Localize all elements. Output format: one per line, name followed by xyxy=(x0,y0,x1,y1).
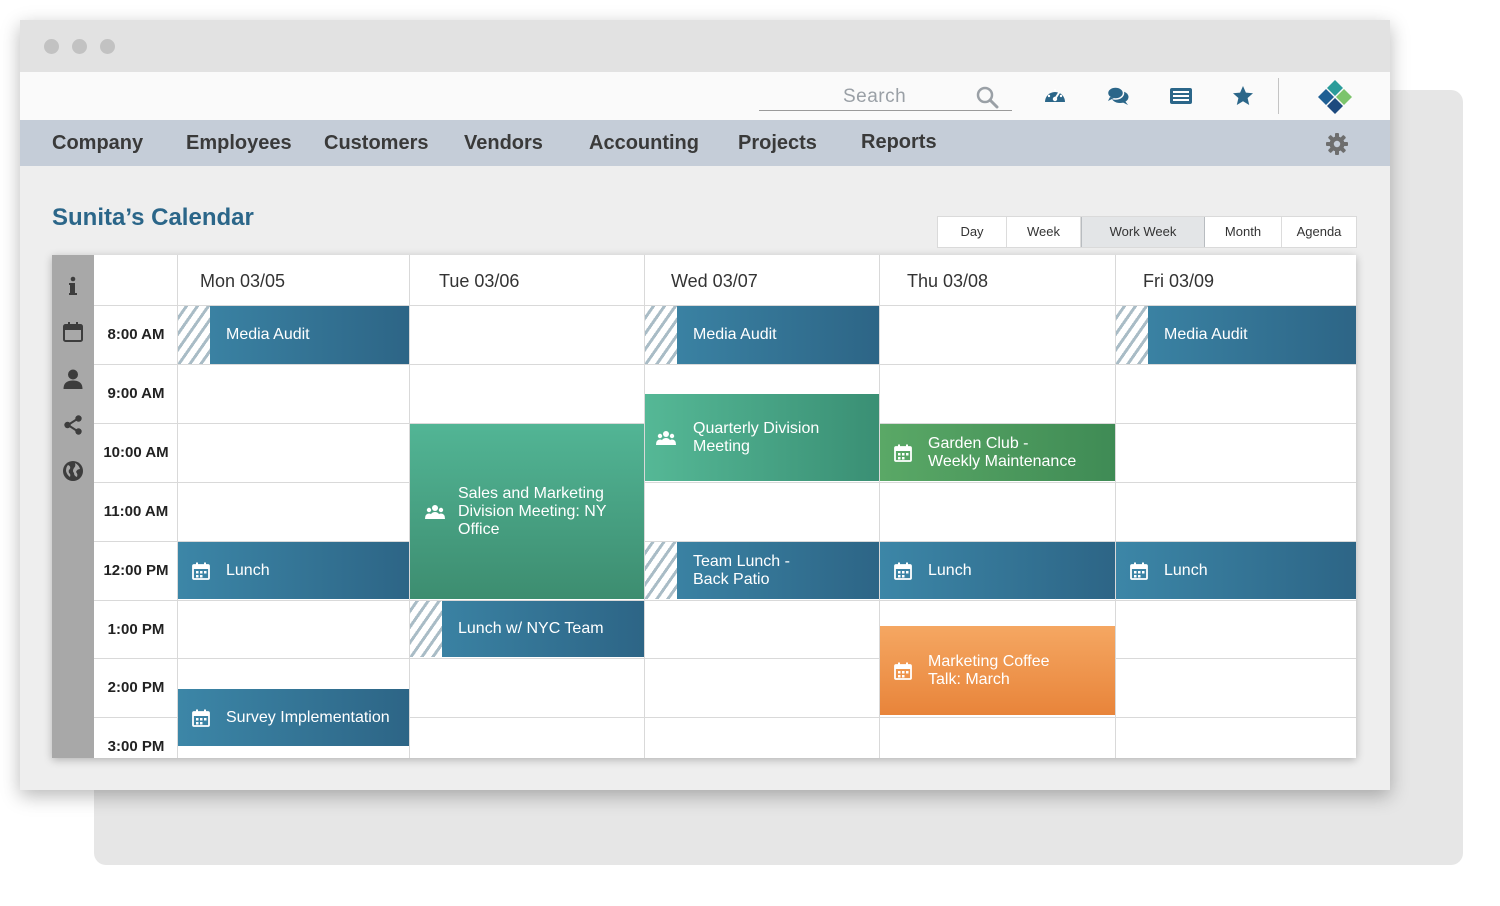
tentative-stripe xyxy=(645,306,677,364)
window-maximize-dot[interactable] xyxy=(100,39,115,54)
event-title: Media Audit xyxy=(226,326,310,343)
event-tue-lunch-nyc[interactable]: Lunch w/ NYC Team xyxy=(410,601,644,657)
day-header-mon[interactable]: Mon 03/05 xyxy=(200,271,285,292)
nav-item-reports[interactable]: Reports xyxy=(861,131,937,154)
day-header-wed[interactable]: Wed 03/07 xyxy=(671,271,758,292)
toolbar-divider xyxy=(1278,78,1279,114)
app-window: Search Company Employees Customers Vendo… xyxy=(20,20,1390,790)
event-title: Lunch xyxy=(1164,561,1208,579)
day-header-fri[interactable]: Fri 03/09 xyxy=(1143,271,1214,292)
event-title: Marketing Coffee Talk: March xyxy=(928,652,1050,688)
view-day-button[interactable]: Day xyxy=(938,217,1007,247)
user-icon[interactable] xyxy=(62,368,84,390)
event-title: Quarterly Division Meeting xyxy=(693,419,820,455)
event-fri-media-audit[interactable]: Media Audit xyxy=(1116,306,1356,364)
gear-icon[interactable] xyxy=(1325,132,1349,156)
time-label: 3:00 PM xyxy=(107,738,165,755)
page-title: Sunita’s Calendar xyxy=(52,204,254,231)
tentative-stripe xyxy=(410,601,442,657)
chat-icon[interactable] xyxy=(1106,84,1130,108)
nav-item-company[interactable]: Company xyxy=(52,132,143,155)
dashboard-icon[interactable] xyxy=(1043,84,1067,108)
news-icon[interactable] xyxy=(1169,84,1193,108)
event-title: Lunch xyxy=(226,561,270,579)
event-title: Team Lunch - Back Patio xyxy=(693,552,790,588)
event-title: Sales and Marketing Division Meeting: NY… xyxy=(458,484,607,538)
event-title: Survey Implementation xyxy=(226,708,390,726)
main-nav: Company Employees Customers Vendors Acco… xyxy=(20,120,1390,166)
event-wed-media-audit[interactable]: Media Audit xyxy=(645,306,879,364)
window-minimize-dot[interactable] xyxy=(72,39,87,54)
search-input[interactable]: Search xyxy=(759,84,1012,111)
view-work-week-button[interactable]: Work Week xyxy=(1081,217,1205,247)
calendar-icon[interactable] xyxy=(62,321,84,343)
nav-item-vendors[interactable]: Vendors xyxy=(464,132,543,155)
time-label: 11:00 AM xyxy=(103,503,169,520)
event-thu-coffee-talk[interactable]: Marketing Coffee Talk: March xyxy=(880,626,1115,715)
time-label: 2:00 PM xyxy=(107,679,165,696)
hour-line xyxy=(94,658,1356,659)
calendar-event-icon xyxy=(894,444,912,462)
tentative-stripe xyxy=(1116,306,1148,364)
hour-line xyxy=(94,600,1356,601)
nav-item-customers[interactable]: Customers xyxy=(324,132,428,155)
day-header-tue[interactable]: Tue 03/06 xyxy=(439,271,519,292)
event-mon-media-audit[interactable]: Media Audit xyxy=(178,306,409,364)
group-icon xyxy=(425,504,445,519)
event-wed-quarterly[interactable]: Quarterly Division Meeting xyxy=(645,394,879,481)
nav-item-projects[interactable]: Projects xyxy=(738,132,817,155)
event-wed-team-lunch[interactable]: Team Lunch - Back Patio xyxy=(645,542,879,599)
globe-icon[interactable] xyxy=(62,460,84,482)
share-icon[interactable] xyxy=(62,414,84,436)
hour-line xyxy=(94,482,1356,483)
calendar-event-icon xyxy=(1130,562,1148,580)
time-label: 8:00 AM xyxy=(107,326,165,343)
top-toolbar: Search xyxy=(20,72,1390,120)
view-month-button[interactable]: Month xyxy=(1205,217,1282,247)
view-week-button[interactable]: Week xyxy=(1007,217,1081,247)
event-mon-lunch[interactable]: Lunch xyxy=(178,542,409,599)
info-icon[interactable] xyxy=(62,275,84,297)
nav-item-employees[interactable]: Employees xyxy=(186,132,292,155)
event-tue-sales-meeting[interactable]: Sales and Marketing Division Meeting: NY… xyxy=(410,424,644,599)
star-icon[interactable] xyxy=(1231,84,1255,108)
event-mon-survey[interactable]: Survey Implementation xyxy=(178,689,409,746)
time-label: 12:00 PM xyxy=(103,562,169,579)
event-title: Garden Club - Weekly Maintenance xyxy=(928,434,1077,470)
calendar-event-icon xyxy=(894,662,912,680)
event-title: Media Audit xyxy=(693,326,777,343)
title-bar xyxy=(20,20,1390,72)
search-icon[interactable] xyxy=(975,85,999,109)
calendar-grid: Mon 03/05 Tue 03/06 Wed 03/07 Thu 03/08 … xyxy=(52,255,1356,758)
event-title: Media Audit xyxy=(1164,326,1248,343)
event-fri-lunch[interactable]: Lunch xyxy=(1116,542,1356,599)
event-thu-garden-club[interactable]: Garden Club - Weekly Maintenance xyxy=(880,424,1115,481)
time-label: 9:00 AM xyxy=(107,385,165,402)
day-header-thu[interactable]: Thu 03/08 xyxy=(907,271,988,292)
view-agenda-button[interactable]: Agenda xyxy=(1282,217,1356,247)
nav-item-accounting[interactable]: Accounting xyxy=(589,132,699,155)
calendar-event-icon xyxy=(894,562,912,580)
tentative-stripe xyxy=(645,542,677,599)
event-title: Lunch w/ NYC Team xyxy=(458,620,604,637)
calendar-sidebar xyxy=(52,255,94,758)
window-close-dot[interactable] xyxy=(44,39,59,54)
hour-line xyxy=(94,364,1356,365)
search-placeholder: Search xyxy=(843,86,907,107)
calendar-event-icon xyxy=(192,709,210,727)
group-icon xyxy=(656,430,676,445)
view-switcher: Day Week Work Week Month Agenda xyxy=(937,216,1357,248)
time-label: 10:00 AM xyxy=(103,444,169,461)
brand-logo-icon[interactable] xyxy=(1316,78,1354,116)
time-label: 1:00 PM xyxy=(107,621,165,638)
event-title: Lunch xyxy=(928,561,972,579)
calendar-event-icon xyxy=(192,562,210,580)
tentative-stripe xyxy=(178,306,210,364)
event-thu-lunch[interactable]: Lunch xyxy=(880,542,1115,599)
